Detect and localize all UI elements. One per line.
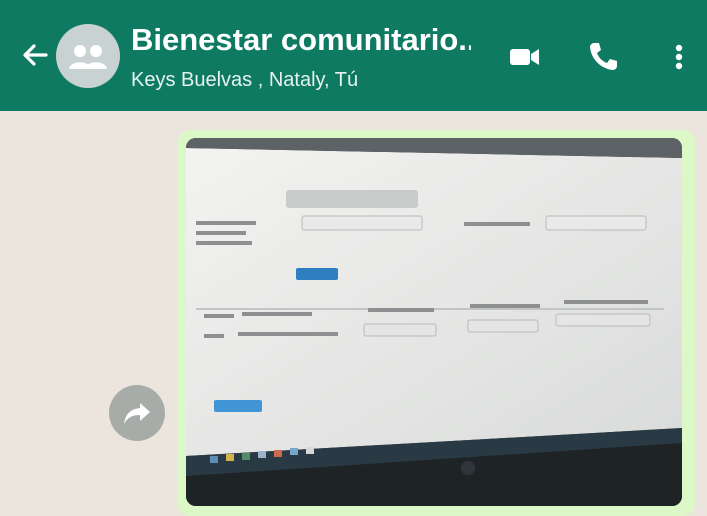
- more-vertical-icon[interactable]: [662, 40, 696, 74]
- message-image[interactable]: [186, 138, 682, 506]
- chat-header: Bienestar comunitario... Keys Buelvas , …: [0, 0, 707, 111]
- group-avatar-icon[interactable]: [56, 24, 120, 88]
- chat-participants[interactable]: Keys Buelvas , Nataly, Tú: [131, 69, 358, 92]
- phone-icon[interactable]: [586, 40, 620, 74]
- forward-icon[interactable]: [109, 385, 165, 441]
- chat-title[interactable]: Bienestar comunitario...: [131, 22, 471, 58]
- arrow-left-icon[interactable]: [18, 38, 52, 72]
- video-camera-icon[interactable]: [508, 40, 542, 74]
